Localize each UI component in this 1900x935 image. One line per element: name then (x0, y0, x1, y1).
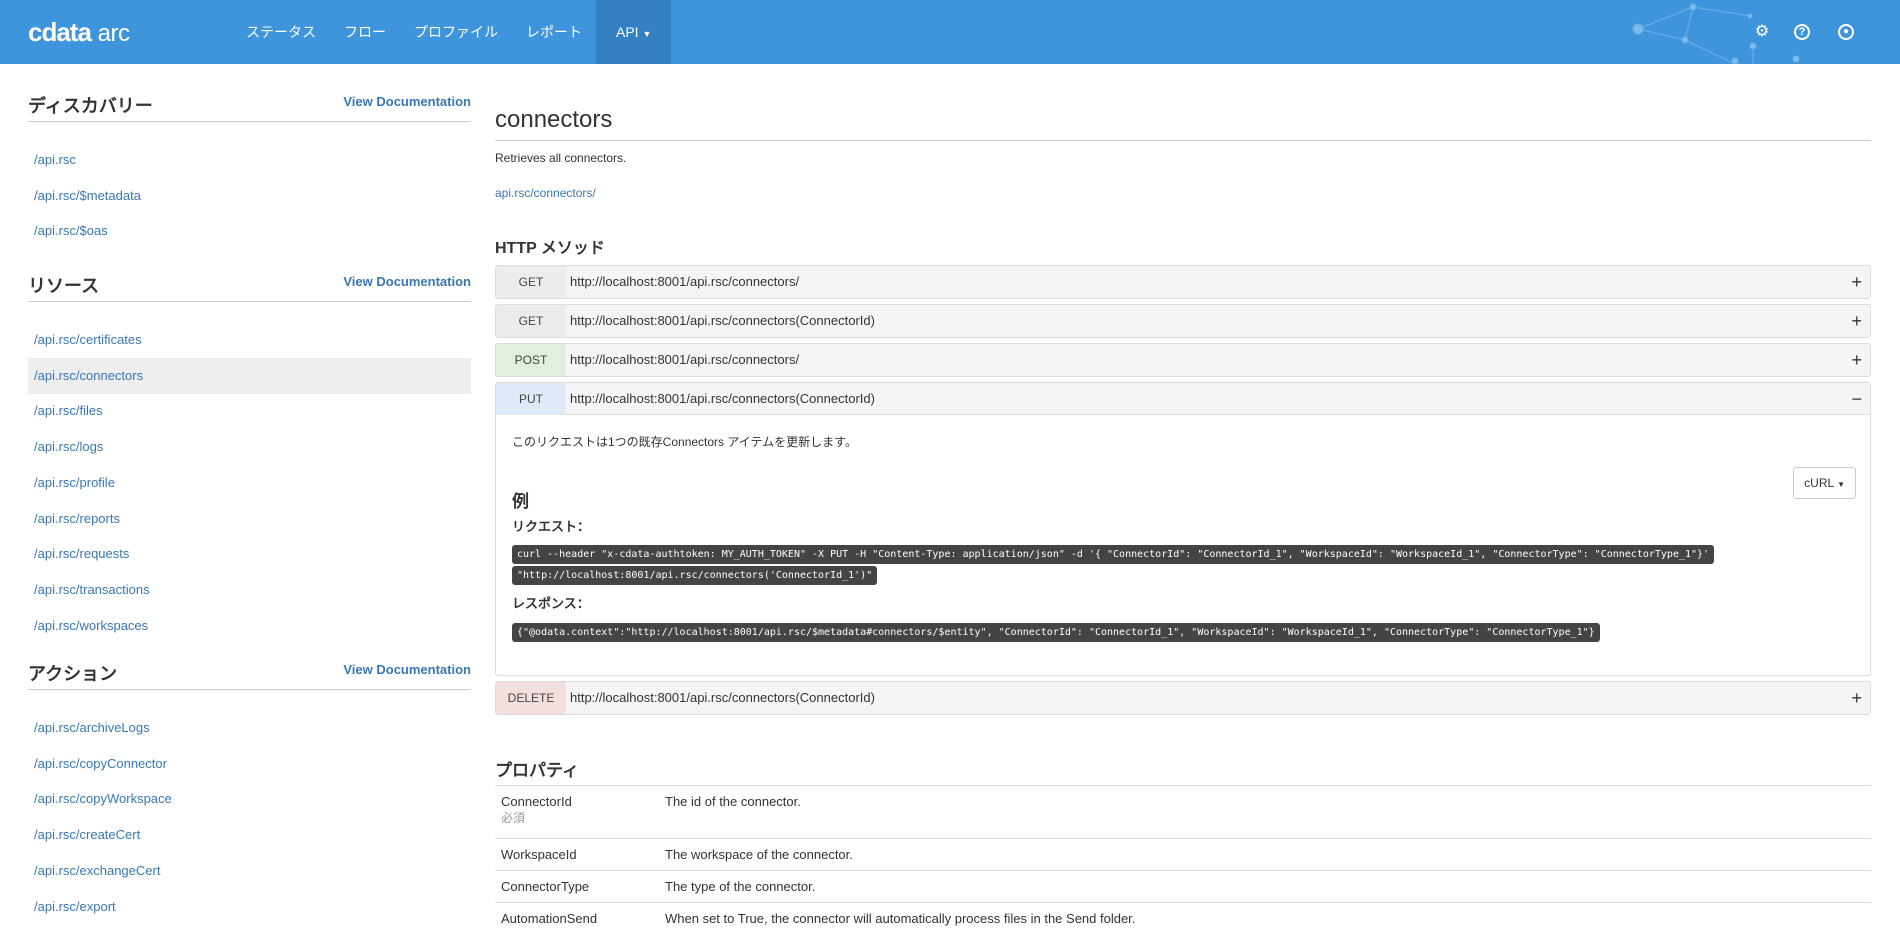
method-url: http://localhost:8001/api.rsc/connectors… (570, 352, 800, 367)
section-title: ディスカバリー (28, 96, 153, 116)
sidebar-item[interactable]: /api.rsc/logs (28, 429, 471, 465)
gear-icon[interactable]: ⚙ (1751, 21, 1773, 43)
property-name-text: ConnectorId (501, 794, 572, 809)
sidebar-item[interactable]: /api.rsc/files (28, 393, 471, 429)
method-url: http://localhost:8001/api.rsc/connectors… (570, 313, 875, 328)
expand-icon[interactable]: + (1851, 344, 1862, 376)
sidebar-item[interactable]: /api.rsc/archiveLogs (28, 710, 471, 746)
request-label: リクエスト： (512, 519, 591, 534)
sidebar-section-header: ディスカバリー View Documentation (28, 92, 471, 122)
method-badge: GET (496, 305, 566, 337)
property-name: WorkspaceId (495, 838, 659, 871)
nav-api-label: API (616, 24, 639, 40)
cdata-arc-logo[interactable]: cdata arc (28, 17, 130, 48)
sidebar-item[interactable]: /api.rsc/copyWorkspace (28, 781, 471, 817)
request-code-line: curl --header "x-cdata-authtoken: MY_AUT… (512, 545, 1715, 564)
sidebar-item[interactable]: /api.rsc (28, 142, 471, 178)
request-code: curl --header "x-cdata-authtoken: MY_AUT… (512, 545, 1715, 585)
sidebar-item[interactable]: /api.rsc/profile (28, 465, 471, 501)
table-row: AutomationSend When set to True, the conn… (495, 902, 1871, 934)
property-desc: The id of the connector. (659, 785, 1871, 839)
expand-icon[interactable]: + (1851, 682, 1862, 714)
sidebar-item[interactable]: /api.rsc/createCert (28, 817, 471, 853)
method-badge: PUT (496, 383, 566, 415)
expand-icon[interactable]: + (1851, 305, 1862, 337)
response-code: {"@odata.context":"http://localhost:8001… (512, 623, 1600, 642)
top-nav-bar: cdata arc ステータス フロー プロファイル レポート API ▼ ⚙ … (0, 0, 1900, 64)
put-description: このリクエストは1つの既存Connectors アイテムを更新します。 (512, 435, 857, 449)
property-desc: When set to True, the connector will aut… (659, 902, 1871, 934)
property-desc: The type of the connector. (659, 870, 1871, 903)
table-row: WorkspaceId The workspace of the connecto… (495, 838, 1871, 871)
table-row: ConnectorType The type of the connector. (495, 870, 1871, 903)
page-title: connectors (495, 106, 1871, 141)
sidebar-item[interactable]: /api.rsc/transactions (28, 572, 471, 608)
method-row-put: PUT http://localhost:8001/api.rsc/connect… (495, 382, 1871, 676)
sidebar-item[interactable]: /api.rsc/exchangeCert (28, 853, 471, 889)
nav-flow[interactable]: フロー (330, 0, 400, 64)
property-desc: The workspace of the connector. (659, 838, 1871, 871)
properties-table: ConnectorId 必須 The id of the connector. Wo… (495, 785, 1871, 934)
method-row-post[interactable]: POST http://localhost:8001/api.rsc/connec… (495, 343, 1871, 377)
sidebar-item[interactable]: /api.rsc/workspaces (28, 608, 471, 644)
collapse-icon[interactable]: − (1851, 383, 1862, 415)
method-url: http://localhost:8001/api.rsc/connectors… (570, 391, 875, 406)
section-title: リソース (28, 276, 100, 296)
view-documentation-link[interactable]: View Documentation (343, 274, 471, 289)
sidebar-item[interactable]: /api.rsc/requests (28, 536, 471, 572)
methods-heading: HTTP メソッド (495, 240, 605, 257)
sidebar-item[interactable]: /api.rsc/$oas (28, 213, 471, 249)
method-row-get-all[interactable]: GET http://localhost:8001/api.rsc/connect… (495, 265, 1871, 299)
response-label: レスポンス： (512, 596, 590, 611)
method-row-delete[interactable]: DELETE http://localhost:8001/api.rsc/conn… (495, 681, 1871, 715)
nav-api[interactable]: API ▼ (596, 0, 672, 64)
help-icon[interactable]: ? (1794, 24, 1810, 40)
view-documentation-link[interactable]: View Documentation (343, 662, 471, 677)
expand-icon[interactable]: + (1851, 266, 1862, 298)
nav-report[interactable]: レポート (512, 0, 596, 64)
example-heading: 例 (512, 492, 529, 511)
view-documentation-link[interactable]: View Documentation (343, 94, 471, 109)
method-url: http://localhost:8001/api.rsc/connectors… (570, 274, 800, 289)
sidebar-section-header: リソース View Documentation (28, 272, 471, 302)
sidebar-item[interactable]: /api.rsc/certificates (28, 322, 471, 358)
sidebar-item[interactable]: /api.rsc/connectors (28, 357, 471, 394)
sidebar-section-header: アクション View Documentation (28, 660, 471, 690)
property-name: ConnectorType (495, 870, 659, 903)
nav-status[interactable]: ステータス (232, 0, 330, 64)
sidebar-item[interactable]: /api.rsc/reports (28, 501, 471, 537)
section-title: アクション (28, 664, 118, 684)
sidebar-item[interactable]: /api.rsc/$metadata (28, 178, 471, 214)
table-row: ConnectorId 必須 The id of the connector. (495, 785, 1871, 839)
caret-down-icon: ▼ (1837, 480, 1845, 489)
resource-link[interactable]: api.rsc/connectors/ (495, 186, 596, 200)
method-badge: GET (496, 266, 566, 298)
method-row-get-one[interactable]: GET http://localhost:8001/api.rsc/connect… (495, 304, 1871, 338)
caret-down-icon: ▼ (642, 29, 652, 39)
sidebar-item[interactable]: /api.rsc/copyConnector (28, 746, 471, 782)
response-code-line: {"@odata.context":"http://localhost:8001… (512, 623, 1600, 642)
method-url: http://localhost:8001/api.rsc/connectors… (570, 690, 875, 705)
nav-profile[interactable]: プロファイル (400, 0, 512, 64)
language-label: cURL (1804, 476, 1834, 490)
method-badge: DELETE (496, 682, 566, 714)
properties-heading: プロパティ (495, 761, 579, 780)
request-code-line: "http://localhost:8001/api.rsc/connector… (512, 566, 878, 585)
resource-description: Retrieves all connectors. (495, 151, 627, 165)
sidebar-item[interactable]: /api.rsc/export (28, 889, 471, 925)
property-name: AutomationSend (495, 902, 659, 934)
property-name: ConnectorId 必須 (495, 785, 659, 839)
language-dropdown[interactable]: cURL ▼ (1793, 467, 1856, 499)
user-icon[interactable]: ● (1838, 24, 1854, 40)
method-badge: POST (496, 344, 566, 376)
required-label: 必須 (501, 811, 526, 825)
